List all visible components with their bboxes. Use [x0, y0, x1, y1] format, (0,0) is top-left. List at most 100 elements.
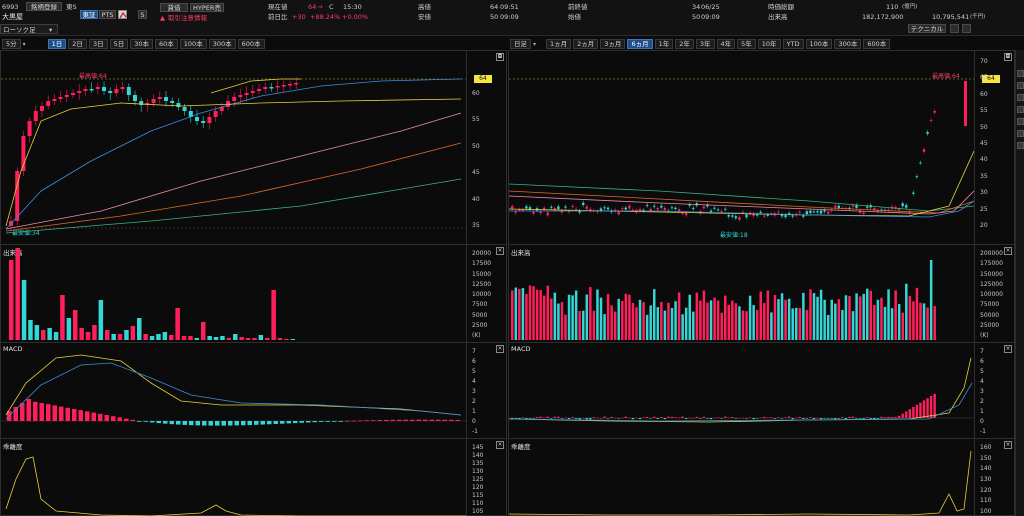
- right-period-button[interactable]: 1ヵ月: [546, 39, 572, 49]
- layout-icon[interactable]: [962, 24, 971, 33]
- left-rsi-tick: 125: [472, 476, 484, 483]
- divider: [974, 50, 975, 516]
- exchange-tse-button[interactable]: 東証: [80, 10, 98, 19]
- right-interval-select[interactable]: 日足: [510, 39, 531, 49]
- volume-bar: [894, 290, 897, 340]
- volume-bar: [532, 286, 535, 340]
- volume-bar: [578, 310, 581, 340]
- chevron-down-icon: ▾: [49, 26, 53, 34]
- left-price-chart[interactable]: [1, 51, 466, 244]
- macd-histogram-bar: [844, 418, 848, 420]
- left-macd-tick: 3: [472, 388, 476, 395]
- macd-histogram-bar: [338, 421, 343, 422]
- left-volume-tick: 10000: [472, 291, 492, 298]
- left-interval-select[interactable]: 5分: [2, 39, 21, 49]
- right-period-button[interactable]: 4年: [716, 39, 736, 49]
- left-period-button[interactable]: 3日: [88, 39, 108, 49]
- right-period-button[interactable]: 3ヵ月: [600, 39, 626, 49]
- candlestick: [897, 209, 901, 211]
- candlestick: [809, 210, 812, 214]
- volume-bar: [880, 297, 883, 340]
- credit-button[interactable]: 貸借: [160, 3, 188, 12]
- volume-bar: [143, 334, 148, 340]
- s-button[interactable]: S: [138, 10, 147, 19]
- chart-link-icon[interactable]: [118, 10, 127, 19]
- right-macd-chart[interactable]: [509, 343, 974, 438]
- candlestick: [716, 209, 720, 211]
- volume-bar: [876, 299, 880, 340]
- left-macd-tick: 2: [472, 398, 476, 405]
- volume-bar: [564, 314, 567, 340]
- left-macd-chart[interactable]: [1, 343, 466, 438]
- candlestick: [862, 212, 865, 214]
- volume-bar: [589, 287, 592, 340]
- left-period-button[interactable]: 2日: [68, 39, 87, 49]
- line-tool-icon[interactable]: [1017, 82, 1024, 89]
- volume-bar: [621, 300, 624, 340]
- macd-histogram-bar: [364, 420, 369, 422]
- macd-histogram-bar: [39, 403, 44, 421]
- chevron-down-icon[interactable]: ▾: [533, 41, 536, 48]
- left-period-button[interactable]: 5日: [109, 39, 129, 49]
- technical-button[interactable]: テクニカル: [908, 24, 946, 33]
- right-period-button[interactable]: 300本: [834, 39, 862, 49]
- volume-bar: [592, 310, 596, 340]
- left-volume-chart[interactable]: [1, 245, 466, 342]
- erase-tool-icon[interactable]: [1017, 106, 1024, 113]
- macd-histogram-bar: [929, 396, 933, 418]
- left-period-button[interactable]: 100本: [179, 39, 207, 49]
- right-period-button[interactable]: 5年: [737, 39, 756, 49]
- measure-tool-icon[interactable]: [1017, 130, 1024, 137]
- left-rsi-axis: 145 140 135 130 125 120 115 110 105: [472, 444, 502, 516]
- candlestick: [915, 176, 919, 178]
- hyper-sell-button[interactable]: HYPER売: [190, 3, 224, 12]
- right-price-tick: 50: [980, 123, 988, 131]
- chart-mode-select[interactable]: ローソク足 ▾: [0, 24, 58, 34]
- right-price-chart[interactable]: [509, 51, 974, 244]
- left-period-button[interactable]: 30本: [130, 39, 153, 49]
- exchange-pts-button[interactable]: PTS: [99, 10, 116, 19]
- volume-bar: [603, 314, 606, 340]
- right-period-button[interactable]: 2ヵ月: [573, 39, 599, 49]
- macd-histogram-bar: [571, 416, 574, 418]
- right-volume-chart[interactable]: [509, 245, 974, 342]
- text-tool-icon[interactable]: [1017, 94, 1024, 101]
- right-period-button[interactable]: 2年: [675, 39, 694, 49]
- left-period-button[interactable]: 600本: [237, 39, 265, 49]
- right-rsi-chart[interactable]: [509, 439, 974, 516]
- chevron-down-icon[interactable]: ▾: [23, 41, 26, 48]
- right-period-button[interactable]: YTD: [782, 39, 804, 49]
- right-price-tick: 30: [980, 189, 988, 197]
- candlestick: [532, 211, 535, 214]
- volume-bar: [897, 304, 901, 340]
- macd-histogram-bar: [410, 419, 415, 421]
- candlestick: [288, 84, 292, 86]
- right-period-button[interactable]: 600本: [863, 39, 891, 49]
- favorite-button[interactable]: 銘柄登録: [26, 2, 62, 11]
- settings-icon[interactable]: [950, 24, 959, 33]
- volume-bar: [866, 288, 869, 340]
- zoom-tool-icon[interactable]: [1017, 118, 1024, 125]
- macd-histogram-bar: [550, 418, 553, 419]
- right-period-button[interactable]: 10年: [757, 39, 781, 49]
- left-period-button[interactable]: 60本: [155, 39, 178, 49]
- undo-icon[interactable]: [1017, 142, 1024, 149]
- right-period-button[interactable]: 3年: [695, 39, 715, 49]
- candlestick: [571, 206, 574, 208]
- candlestick: [52, 99, 57, 101]
- right-period-button[interactable]: 6ヵ月: [627, 39, 653, 49]
- left-rsi-chart[interactable]: [1, 439, 466, 516]
- left-period-button[interactable]: 300本: [208, 39, 236, 49]
- macd-histogram-bar: [358, 420, 363, 422]
- macd-histogram-bar: [589, 418, 592, 420]
- camera-icon[interactable]: ◘: [496, 53, 504, 61]
- right-period-button[interactable]: 1年: [654, 39, 674, 49]
- macd-histogram-bar: [784, 417, 787, 418]
- left-period-button[interactable]: 1日: [47, 39, 67, 49]
- alert-link[interactable]: 取引注意情報: [168, 14, 207, 22]
- draw-tool-icon[interactable]: [1017, 70, 1024, 77]
- candlestick: [674, 207, 677, 209]
- right-period-button[interactable]: 100本: [805, 39, 833, 49]
- volume-bar: [823, 299, 826, 340]
- volume-bar: [631, 302, 635, 340]
